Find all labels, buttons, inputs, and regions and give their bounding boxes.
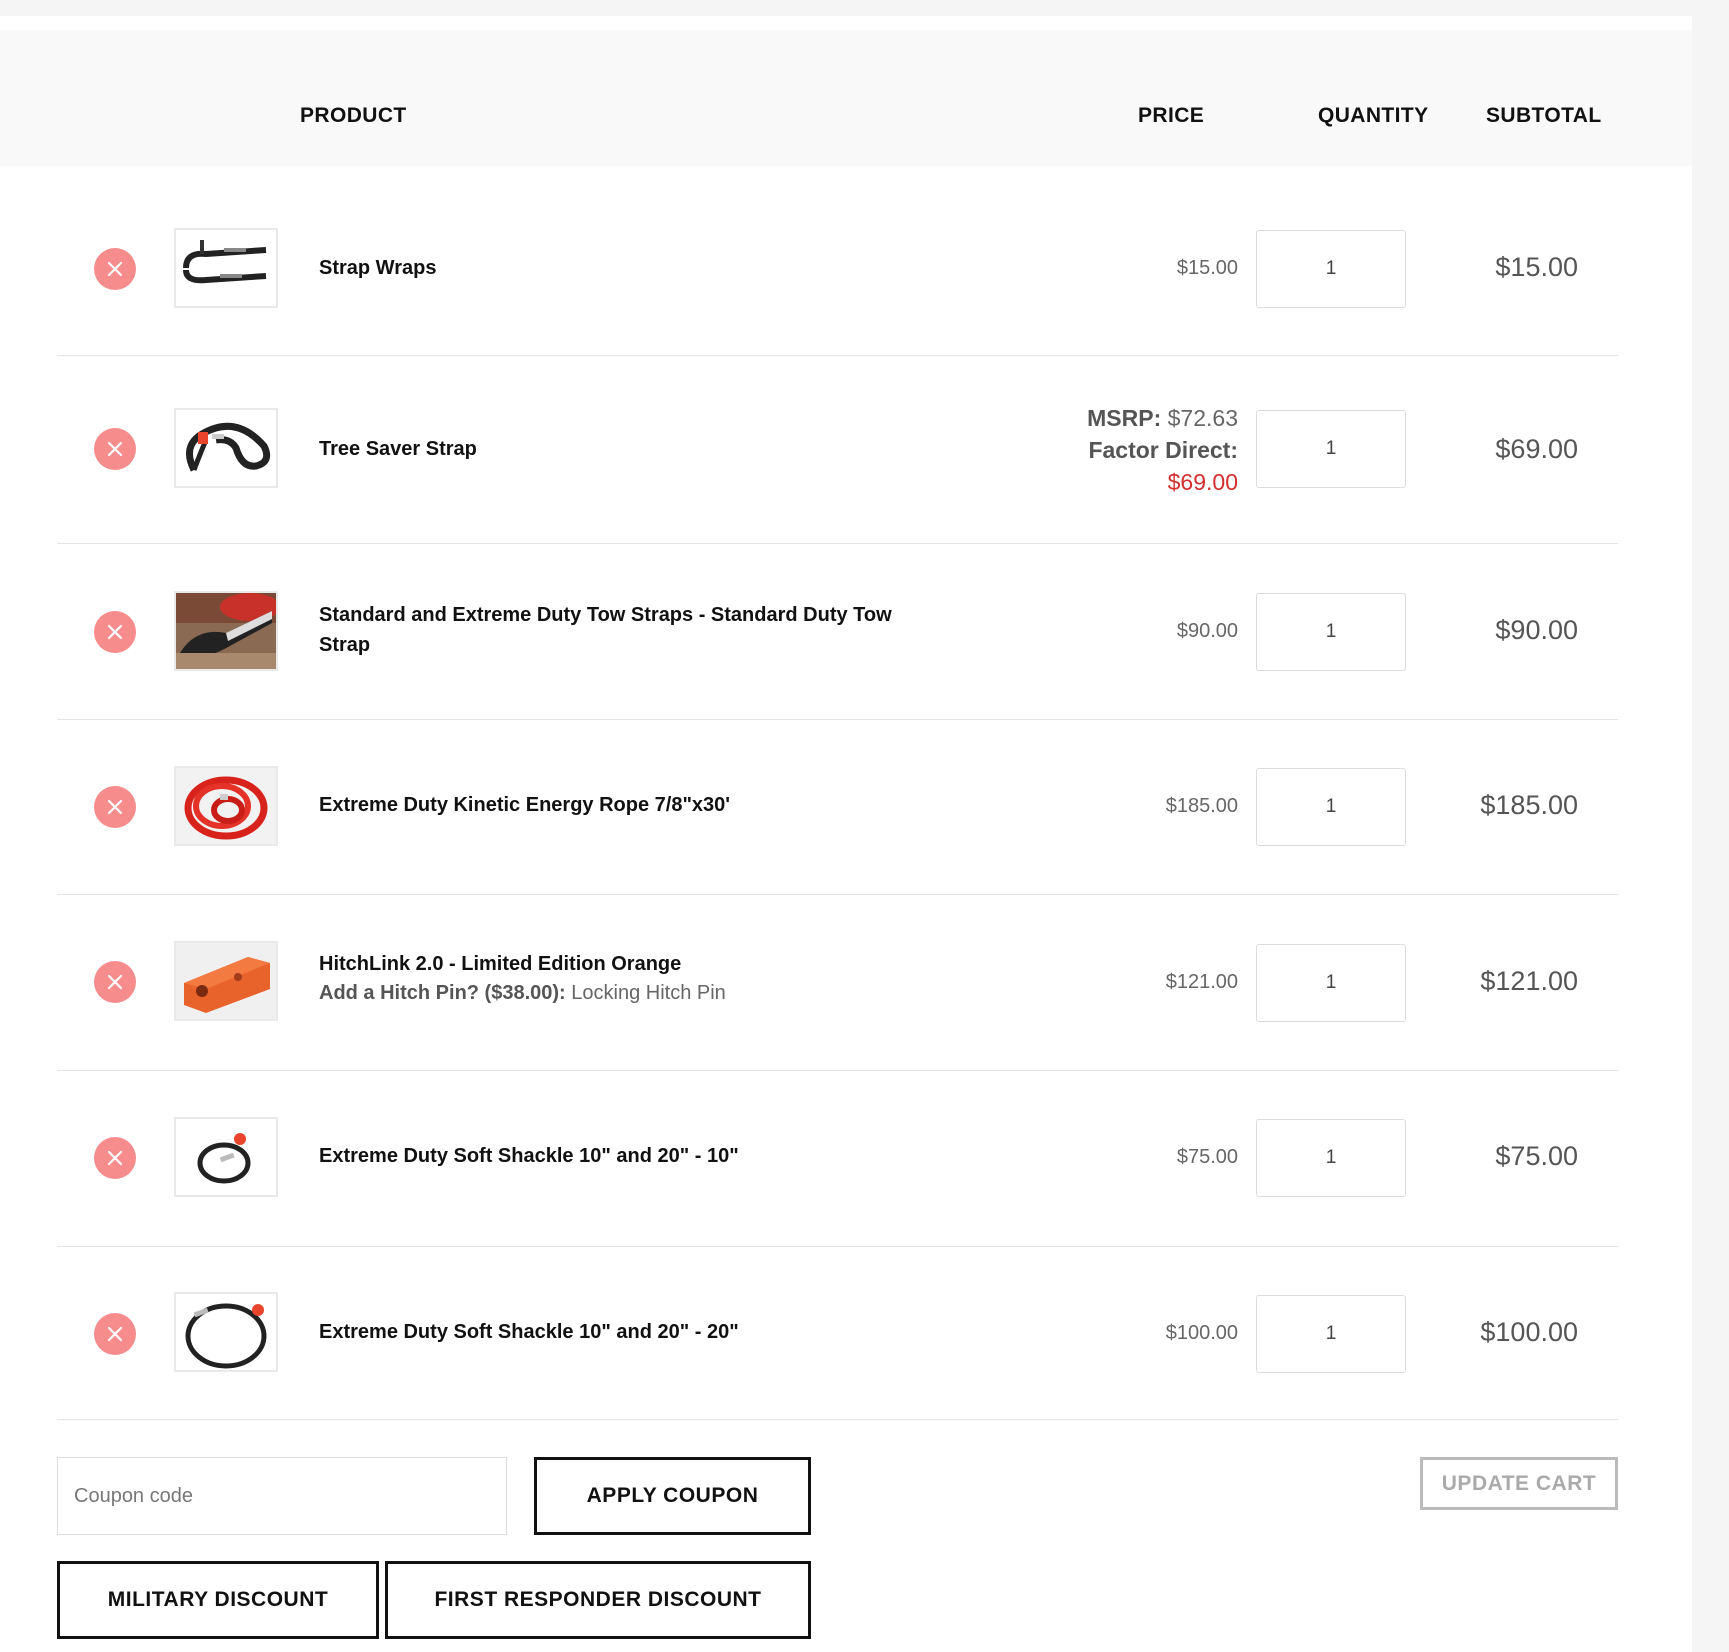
remove-item-button[interactable] [94, 961, 136, 1003]
remove-item-button[interactable] [94, 1137, 136, 1179]
remove-item-button[interactable] [94, 786, 136, 828]
option-label: Add a Hitch Pin? ($38.00): [319, 982, 566, 1004]
product-option: Add a Hitch Pin? ($38.00): Locking Hitch… [319, 979, 939, 1007]
product-thumbnail[interactable] [174, 766, 278, 846]
header-subtotal: SUBTOTAL [1486, 104, 1602, 127]
close-icon [107, 799, 123, 815]
cart-row: Extreme Duty Soft Shackle 10" and 20" - … [57, 1071, 1618, 1246]
apply-coupon-button[interactable]: APPLY COUPON [534, 1457, 811, 1535]
product-thumbnail[interactable] [174, 941, 278, 1021]
header-product: PRODUCT [300, 104, 407, 127]
product-name-link[interactable]: Tree Saver Strap [319, 434, 939, 464]
header-price: PRICE [1138, 104, 1205, 127]
hitchlink-image [176, 943, 276, 1019]
quantity-input[interactable]: 1 [1256, 768, 1406, 846]
cart-row: Extreme Duty Kinetic Energy Rope 7/8"x30… [57, 720, 1618, 894]
cart-table-header [0, 30, 1692, 166]
product-price: $100.00 [1165, 1322, 1238, 1344]
product-subtotal: $69.00 [1495, 434, 1578, 464]
cart-row: Strap Wraps $15.00 1 $15.00 [57, 182, 1618, 355]
product-subtotal: $15.00 [1495, 252, 1578, 282]
product-subtotal: $100.00 [1480, 1317, 1578, 1347]
close-icon [107, 1326, 123, 1342]
product-name-block: HitchLink 2.0 - Limited Edition Orange A… [319, 949, 939, 1007]
header-quantity: QUANTITY [1318, 104, 1429, 127]
tow-strap-image [176, 593, 276, 669]
cart-row: Standard and Extreme Duty Tow Straps - S… [57, 544, 1618, 719]
product-price: $75.00 [1176, 1146, 1238, 1168]
factor-direct-price: $69.00 [1167, 469, 1238, 495]
quantity-input[interactable]: 1 [1256, 593, 1406, 671]
cart-row: Tree Saver Strap MSRP: $72.63 Factor Dir… [57, 356, 1618, 543]
remove-item-button[interactable] [94, 428, 136, 470]
soft-shackle-20-image [176, 1294, 276, 1370]
option-value: Locking Hitch Pin [571, 982, 726, 1004]
cart-row: Extreme Duty Soft Shackle 10" and 20" - … [57, 1247, 1618, 1420]
quantity-input[interactable]: 1 [1256, 944, 1406, 1022]
remove-item-button[interactable] [94, 611, 136, 653]
product-name-link[interactable]: Standard and Extreme Duty Tow Straps - S… [319, 600, 939, 660]
close-icon [107, 1150, 123, 1166]
product-thumbnail[interactable] [174, 228, 278, 308]
msrp-label: MSRP: [1087, 405, 1162, 431]
first-responder-discount-button[interactable]: FIRST RESPONDER DISCOUNT [385, 1561, 811, 1639]
coupon-code-input[interactable] [57, 1457, 507, 1535]
product-name-link[interactable]: Strap Wraps [319, 253, 939, 283]
remove-item-button[interactable] [94, 248, 136, 290]
product-name-link[interactable]: Extreme Duty Soft Shackle 10" and 20" - … [319, 1317, 939, 1347]
close-icon [107, 261, 123, 277]
product-subtotal: $185.00 [1480, 790, 1578, 820]
close-icon [107, 624, 123, 640]
product-name-link[interactable]: Extreme Duty Soft Shackle 10" and 20" - … [319, 1141, 939, 1171]
product-thumbnail[interactable] [174, 591, 278, 671]
quantity-input[interactable]: 1 [1256, 1119, 1406, 1197]
row-divider [57, 1419, 1618, 1420]
close-icon [107, 441, 123, 457]
product-price: $121.00 [1165, 971, 1238, 993]
product-price: $15.00 [1176, 257, 1238, 279]
product-price: MSRP: $72.63 Factor Direct: $69.00 [1087, 402, 1238, 498]
product-name-link[interactable]: Extreme Duty Kinetic Energy Rope 7/8"x30… [319, 790, 939, 820]
quantity-input[interactable]: 1 [1256, 230, 1406, 308]
product-name-link[interactable]: HitchLink 2.0 - Limited Edition Orange [319, 949, 939, 979]
factor-direct-label: Factor Direct: [1088, 437, 1238, 463]
msrp-value: $72.63 [1167, 405, 1238, 431]
quantity-input[interactable]: 1 [1256, 410, 1406, 488]
update-cart-button[interactable]: UPDATE CART [1420, 1457, 1618, 1510]
kinetic-rope-image [176, 768, 276, 844]
remove-item-button[interactable] [94, 1313, 136, 1355]
quantity-input[interactable]: 1 [1256, 1295, 1406, 1373]
product-subtotal: $121.00 [1480, 966, 1578, 996]
product-price: $185.00 [1165, 795, 1238, 817]
soft-shackle-10-image [176, 1119, 276, 1195]
product-subtotal: $75.00 [1495, 1141, 1578, 1171]
military-discount-button[interactable]: MILITARY DISCOUNT [57, 1561, 379, 1639]
close-icon [107, 974, 123, 990]
product-subtotal: $90.00 [1495, 615, 1578, 645]
strap-wraps-image [176, 230, 276, 306]
product-thumbnail[interactable] [174, 408, 278, 488]
cart-row: HitchLink 2.0 - Limited Edition Orange A… [57, 895, 1618, 1070]
tree-saver-image [176, 410, 276, 486]
product-thumbnail[interactable] [174, 1117, 278, 1197]
product-price: $90.00 [1176, 620, 1238, 642]
product-thumbnail[interactable] [174, 1292, 278, 1372]
